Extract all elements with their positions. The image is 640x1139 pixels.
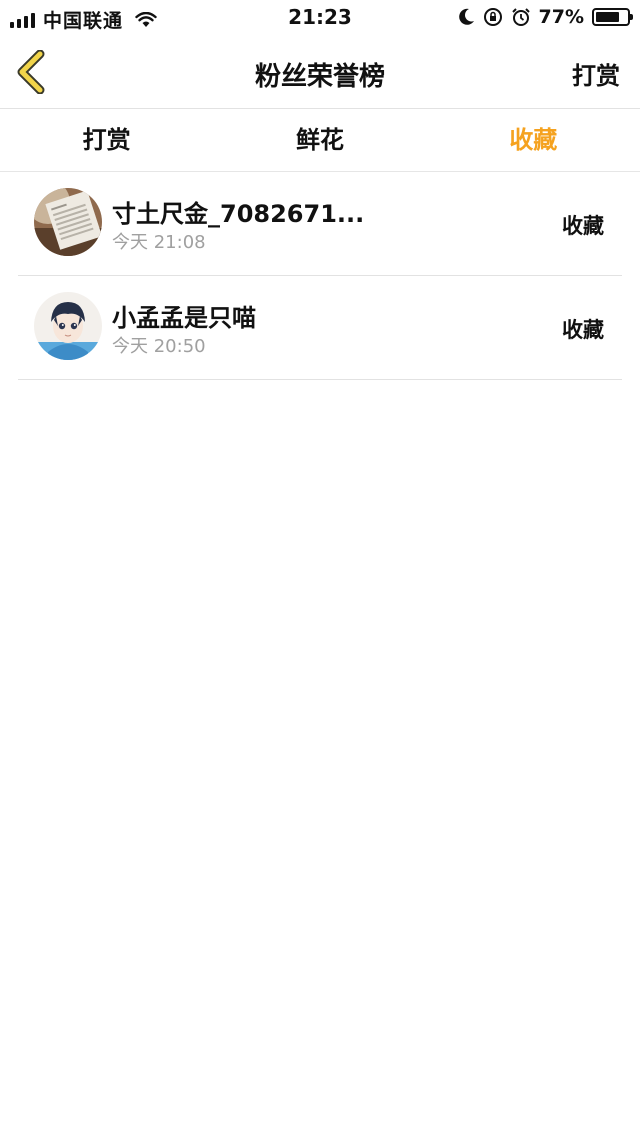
avatar[interactable] <box>34 188 102 256</box>
chevron-left-icon <box>17 49 45 95</box>
tab-bar: 打赏 鲜花 收藏 <box>0 109 640 172</box>
list-item[interactable]: 寸土尺金_7082671... 今天 21:08 收藏 <box>18 172 622 276</box>
user-name: 小孟孟是只喵 <box>112 304 256 332</box>
avatar[interactable] <box>34 292 102 360</box>
action-label: 收藏 <box>562 318 604 342</box>
rotation-lock-icon <box>483 8 502 26</box>
action-label: 收藏 <box>562 214 604 238</box>
back-button[interactable] <box>14 49 50 95</box>
tab-flowers[interactable]: 鲜花 <box>213 109 426 171</box>
tab-favorites[interactable]: 收藏 <box>427 109 640 171</box>
fan-list: 寸土尺金_7082671... 今天 21:08 收藏 小孟孟是只喵 今天 20… <box>0 172 640 380</box>
status-bar: 中国联通 21:23 77% <box>0 0 640 36</box>
moon-icon <box>458 8 474 25</box>
battery-icon <box>592 8 633 26</box>
timestamp: 今天 21:08 <box>112 232 206 253</box>
timestamp: 今天 20:50 <box>112 336 206 357</box>
nav-bar: 粉丝荣誉榜 打赏 <box>0 36 640 109</box>
page-title: 粉丝荣誉榜 <box>254 62 385 92</box>
tab-reward[interactable]: 打赏 <box>0 109 213 171</box>
status-right: 77% <box>458 6 633 28</box>
user-name: 寸土尺金_7082671... <box>112 200 365 228</box>
reward-button[interactable]: 打赏 <box>572 56 620 91</box>
list-item[interactable]: 小孟孟是只喵 今天 20:50 收藏 <box>18 276 622 380</box>
newspaper-avatar-image <box>34 188 102 256</box>
battery-percent: 77% <box>538 6 584 28</box>
anime-boy-avatar-image <box>34 292 102 360</box>
alarm-icon <box>511 8 530 26</box>
battery-fill <box>596 12 620 22</box>
